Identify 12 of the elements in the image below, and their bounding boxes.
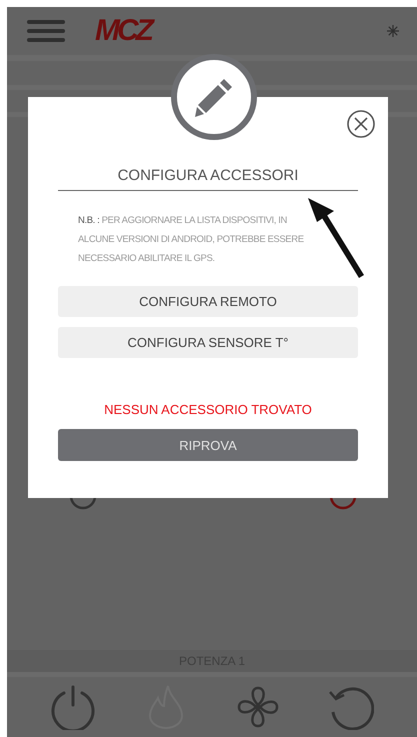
pencil-icon — [194, 77, 234, 117]
close-button[interactable] — [346, 109, 376, 139]
configure-button[interactable]: CONFIGURA REMOTO — [58, 286, 358, 317]
note-text: N.B. : PER AGGIORNARE LA LISTA DISPOSITIVI, IN ALCUNE VERSIONI DI ANDROID, POTREBBE ESSERE NECESSARIO ABILITARE IL GPS. — [78, 214, 304, 266]
configure-button[interactable]: CONFIGURA SENSORE T° — [58, 327, 358, 358]
status-message: NESSUN ACCESSORIO TROVATO — [103, 402, 313, 417]
power-icon — [50, 684, 96, 730]
snowflake-icon[interactable] — [387, 25, 399, 37]
menu-icon[interactable] — [27, 20, 65, 42]
retry-button[interactable]: RIPROVA — [58, 429, 358, 461]
dialog-title: CONFIGURA ACCESSORI — [58, 167, 358, 191]
logo: MCZ — [95, 14, 154, 48]
